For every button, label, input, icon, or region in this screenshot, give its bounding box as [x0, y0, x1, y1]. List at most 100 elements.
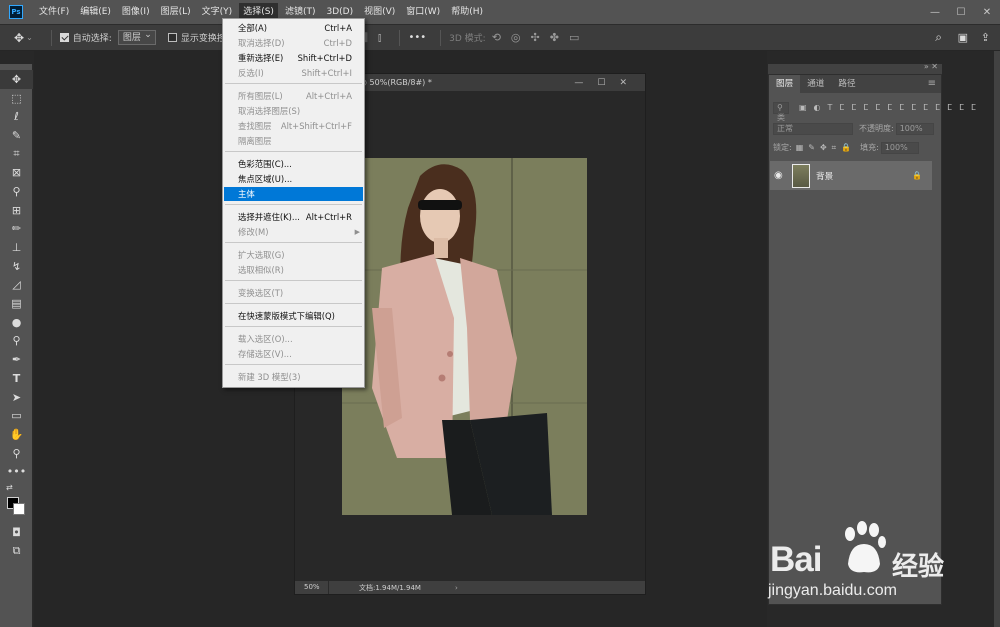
menu-item-modify[interactable]: 修改(M) ▶ — [224, 225, 363, 239]
lasso-tool-icon[interactable]: ℓ — [0, 107, 33, 126]
share-icon[interactable]: ⇪ — [981, 31, 990, 44]
menu-item-isolate-layers[interactable]: 隔离图层 — [224, 134, 363, 148]
swap-colors-icon[interactable]: ⇄ — [0, 481, 33, 493]
menu-layer[interactable]: 图层(L) — [157, 3, 195, 21]
eraser-tool-icon[interactable]: ◿ — [0, 276, 33, 295]
move-tool-preset-icon[interactable]: ✥ — [14, 31, 24, 45]
menu-item-focus-area[interactable]: 焦点区域(U)... — [224, 172, 363, 186]
layer-row[interactable]: ◉ 背景 🔒 — [770, 161, 932, 190]
zoom-tool-icon[interactable]: ⚲ — [0, 444, 33, 463]
menu-view[interactable]: 视图(V) — [360, 3, 399, 21]
history-brush-tool-icon[interactable]: ↯ — [0, 257, 33, 276]
eyedropper-tool-icon[interactable]: ⚲ — [0, 182, 33, 201]
3d-orbit-icon[interactable]: ⟲ — [492, 31, 501, 44]
menu-help[interactable]: 帮助(H) — [447, 3, 487, 21]
menu-item-inverse[interactable]: 反选(I) Shift+Ctrl+I — [224, 66, 363, 80]
menu-separator — [225, 326, 362, 327]
menu-separator — [225, 242, 362, 243]
filter-icons[interactable]: ▣◐Tⵎⵎⵎⵎⵎⵎⵎⵎⵎⵎⵎⵎ — [799, 103, 983, 112]
panel-menu-icon[interactable]: ≡ — [928, 78, 936, 89]
layer-name: 背景 — [816, 171, 834, 182]
fill-field[interactable]: 100% — [880, 141, 919, 154]
menu-item-grow[interactable]: 扩大选取(G) — [224, 248, 363, 262]
zoom-level-field[interactable]: 50% — [295, 581, 329, 594]
visibility-eye-icon[interactable]: ◉ — [774, 170, 790, 181]
menu-item-color-range[interactable]: 色彩范围(C)... — [224, 157, 363, 171]
document-close-button[interactable]: ✕ — [619, 78, 627, 88]
3d-roll-icon[interactable]: ◎ — [511, 31, 521, 44]
menu-item-save-selection[interactable]: 存储选区(V)... — [224, 347, 363, 361]
watermark-brand: Bai — [770, 540, 822, 579]
pen-tool-icon[interactable]: ✒ — [0, 350, 33, 369]
menu-item-reselect[interactable]: 重新选择(E) Shift+Ctrl+D — [224, 51, 363, 65]
menu-item-new-3d-extrusion[interactable]: 新建 3D 模型(3) — [224, 370, 363, 384]
filter-type-dropdown[interactable]: ⚲ 类型 — [773, 101, 789, 132]
path-selection-tool-icon[interactable]: ➤ — [0, 388, 33, 407]
menu-file[interactable]: 文件(F) — [35, 3, 73, 21]
menu-item-deselect[interactable]: 取消选择(D) Ctrl+D — [224, 36, 363, 50]
healing-brush-tool-icon[interactable]: ⊞ — [0, 201, 33, 220]
marquee-tool-icon[interactable]: ⬚ — [0, 89, 33, 108]
menu-item-select-and-mask[interactable]: 选择并遮住(K)... Alt+Ctrl+R — [224, 210, 363, 224]
screen-mode-icon[interactable]: ⧉ — [0, 542, 33, 561]
document-maximize-button[interactable]: ☐ — [597, 78, 605, 88]
lock-option-icons[interactable]: ▦✎✥⌗🔒 — [796, 143, 856, 153]
blend-mode-dropdown[interactable]: 正常 — [773, 122, 853, 135]
search-icon[interactable]: ⌕ — [935, 30, 942, 45]
more-options-button[interactable]: ••• — [408, 32, 426, 43]
canvas-photo[interactable] — [342, 158, 587, 515]
menu-edit[interactable]: 编辑(E) — [76, 3, 115, 21]
crop-tool-icon[interactable]: ⌗ — [0, 145, 33, 164]
frame-tool-icon[interactable]: ⊠ — [0, 163, 33, 182]
tab-layers[interactable]: 图层 — [769, 75, 801, 93]
3d-pan-icon[interactable]: ✣ — [531, 31, 540, 44]
tab-paths[interactable]: 路径 — [831, 75, 862, 93]
menu-image[interactable]: 图像(I) — [118, 3, 154, 21]
gradient-tool-icon[interactable]: ▤ — [0, 294, 33, 313]
menu-item-select-all[interactable]: 全部(A) Ctrl+A — [224, 21, 363, 35]
maximize-button[interactable]: ☐ — [954, 7, 968, 18]
menu-item-all-layers[interactable]: 所有图层(L) Alt+Ctrl+A — [224, 89, 363, 103]
blur-tool-icon[interactable]: ● — [0, 313, 33, 332]
quick-selection-tool-icon[interactable]: ✎ — [0, 126, 33, 145]
chevron-down-icon[interactable]: ⌄ — [26, 33, 33, 42]
3d-scale-icon[interactable]: ▭ — [569, 31, 579, 44]
panel-collapse-bar[interactable]: » ✕ — [768, 62, 942, 74]
document-info-menu-arrow[interactable]: › — [455, 584, 458, 592]
3d-slide-icon[interactable]: ✤ — [550, 31, 559, 44]
document-status-bar: 50% 文档:1.94M/1.94M › — [295, 581, 645, 594]
menu-item-deselect-layers[interactable]: 取消选择图层(S) — [224, 104, 363, 118]
dodge-tool-icon[interactable]: ⚲ — [0, 332, 33, 351]
collapse-panels-icon[interactable]: » ✕ — [924, 62, 938, 71]
watermark-url: jingyan.baidu.com — [768, 582, 897, 599]
type-tool-icon[interactable]: T — [0, 369, 33, 388]
show-transform-checkbox[interactable] — [167, 33, 177, 42]
workspace-switcher-icon[interactable]: ▣ — [958, 31, 968, 44]
menu-separator — [225, 83, 362, 84]
distribute-icon[interactable]: ⫾ — [378, 31, 382, 45]
menu-item-load-selection[interactable]: 载入选区(O)... — [224, 332, 363, 346]
hand-tool-icon[interactable]: ✋ — [0, 425, 33, 444]
menu-item-find-layers[interactable]: 查找图层 Alt+Shift+Ctrl+F — [224, 119, 363, 133]
menu-item-quick-mask-edit[interactable]: 在快速蒙版模式下编辑(Q) — [224, 309, 363, 323]
opacity-field[interactable]: 100% — [895, 122, 934, 135]
watermark-brand-tail: 经验 — [892, 552, 945, 582]
rectangle-tool-icon[interactable]: ▭ — [0, 406, 33, 425]
document-minimize-button[interactable]: — — [574, 78, 583, 88]
auto-select-checkbox[interactable] — [59, 33, 69, 42]
quick-mask-icon[interactable]: ◘ — [0, 523, 33, 542]
auto-select-option[interactable]: 自动选择: — [59, 31, 112, 44]
clone-stamp-tool-icon[interactable]: ⊥ — [0, 238, 33, 257]
auto-select-target-dropdown[interactable]: 图层 — [117, 29, 156, 45]
close-button[interactable]: ✕ — [980, 7, 994, 18]
background-color-swatch[interactable] — [13, 503, 25, 516]
more-tools-icon[interactable]: ••• — [0, 462, 33, 481]
move-tool-icon[interactable]: ✥ — [0, 70, 33, 89]
brush-tool-icon[interactable]: ✏ — [0, 220, 33, 239]
menu-item-subject[interactable]: 主体 — [224, 187, 363, 201]
tab-channels[interactable]: 通道 — [800, 75, 831, 93]
menu-window[interactable]: 窗口(W) — [402, 3, 444, 21]
menu-item-similar[interactable]: 选取相似(R) — [224, 263, 363, 277]
minimize-button[interactable]: — — [928, 7, 942, 18]
menu-item-transform-selection[interactable]: 变换选区(T) — [224, 286, 363, 300]
